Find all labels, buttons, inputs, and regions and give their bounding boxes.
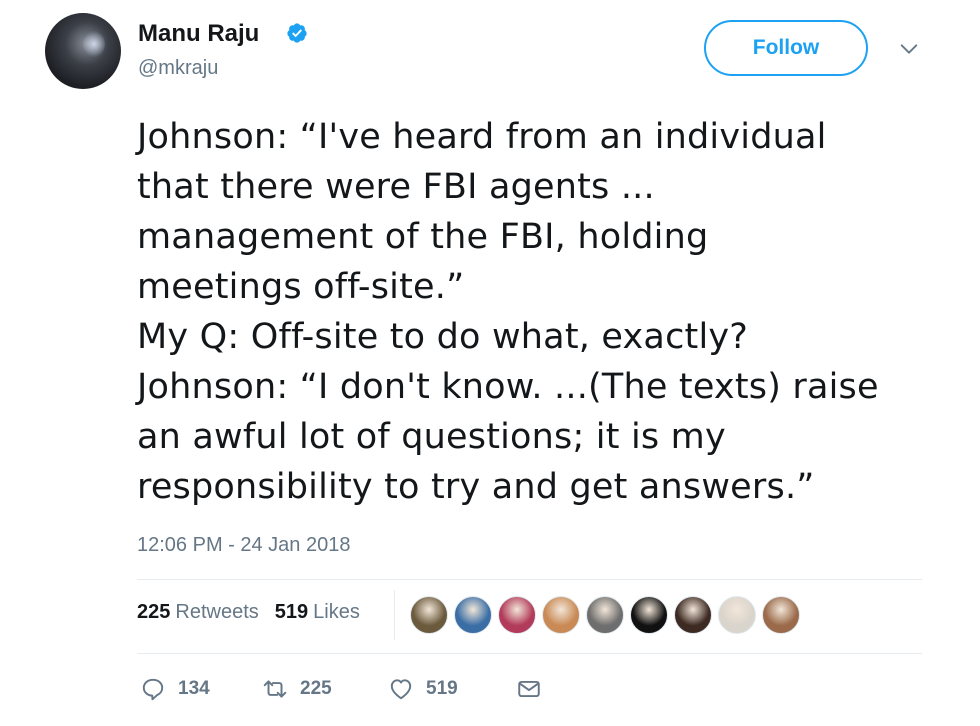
author-handle[interactable]: @mkraju (138, 57, 218, 80)
liker-avatar[interactable] (630, 596, 668, 634)
divider (137, 653, 922, 654)
liker-avatar[interactable] (718, 596, 756, 634)
verified-badge-icon (287, 23, 307, 43)
liker-avatar[interactable] (762, 596, 800, 634)
chevron-down-icon[interactable] (898, 38, 920, 60)
retweet-button[interactable]: 225 (262, 676, 332, 702)
retweet-count: 225 (300, 678, 332, 699)
retweets-stat[interactable]: 225 Retweets (137, 601, 259, 624)
liker-avatar[interactable] (586, 596, 624, 634)
liker-avatar[interactable] (542, 596, 580, 634)
likes-count: 519 (274, 601, 309, 623)
tweet-text: Johnson: “I've heard from an individual … (137, 117, 879, 507)
retweets-label: Retweets (175, 601, 259, 623)
likes-label: Likes (313, 601, 360, 623)
engagement-stats: 225 Retweets 519 Likes (137, 601, 360, 624)
like-count: 519 (426, 678, 458, 699)
reply-count: 134 (178, 678, 210, 699)
divider (137, 579, 922, 580)
retweet-icon (263, 680, 287, 698)
author-name[interactable]: Manu Raju (138, 20, 259, 48)
envelope-icon (518, 680, 540, 698)
tweet-timestamp[interactable]: 12:06 PM - 24 Jan 2018 (137, 534, 350, 557)
direct-message-button[interactable] (516, 676, 542, 702)
liker-avatar[interactable] (674, 596, 712, 634)
likes-stat[interactable]: 519 Likes (275, 601, 360, 624)
liker-avatar[interactable] (454, 596, 492, 634)
retweets-count: 225 (137, 601, 171, 623)
follow-button[interactable]: Follow (704, 20, 868, 76)
reply-icon (142, 678, 164, 701)
reply-button[interactable]: 134 (140, 676, 210, 702)
liker-avatar[interactable] (410, 596, 448, 634)
like-button[interactable]: 519 (388, 676, 458, 702)
author-avatar[interactable] (45, 13, 121, 89)
divider (394, 590, 395, 640)
avatar-photo-highlight (83, 31, 105, 57)
liker-avatar[interactable] (498, 596, 536, 634)
heart-icon (390, 679, 412, 700)
